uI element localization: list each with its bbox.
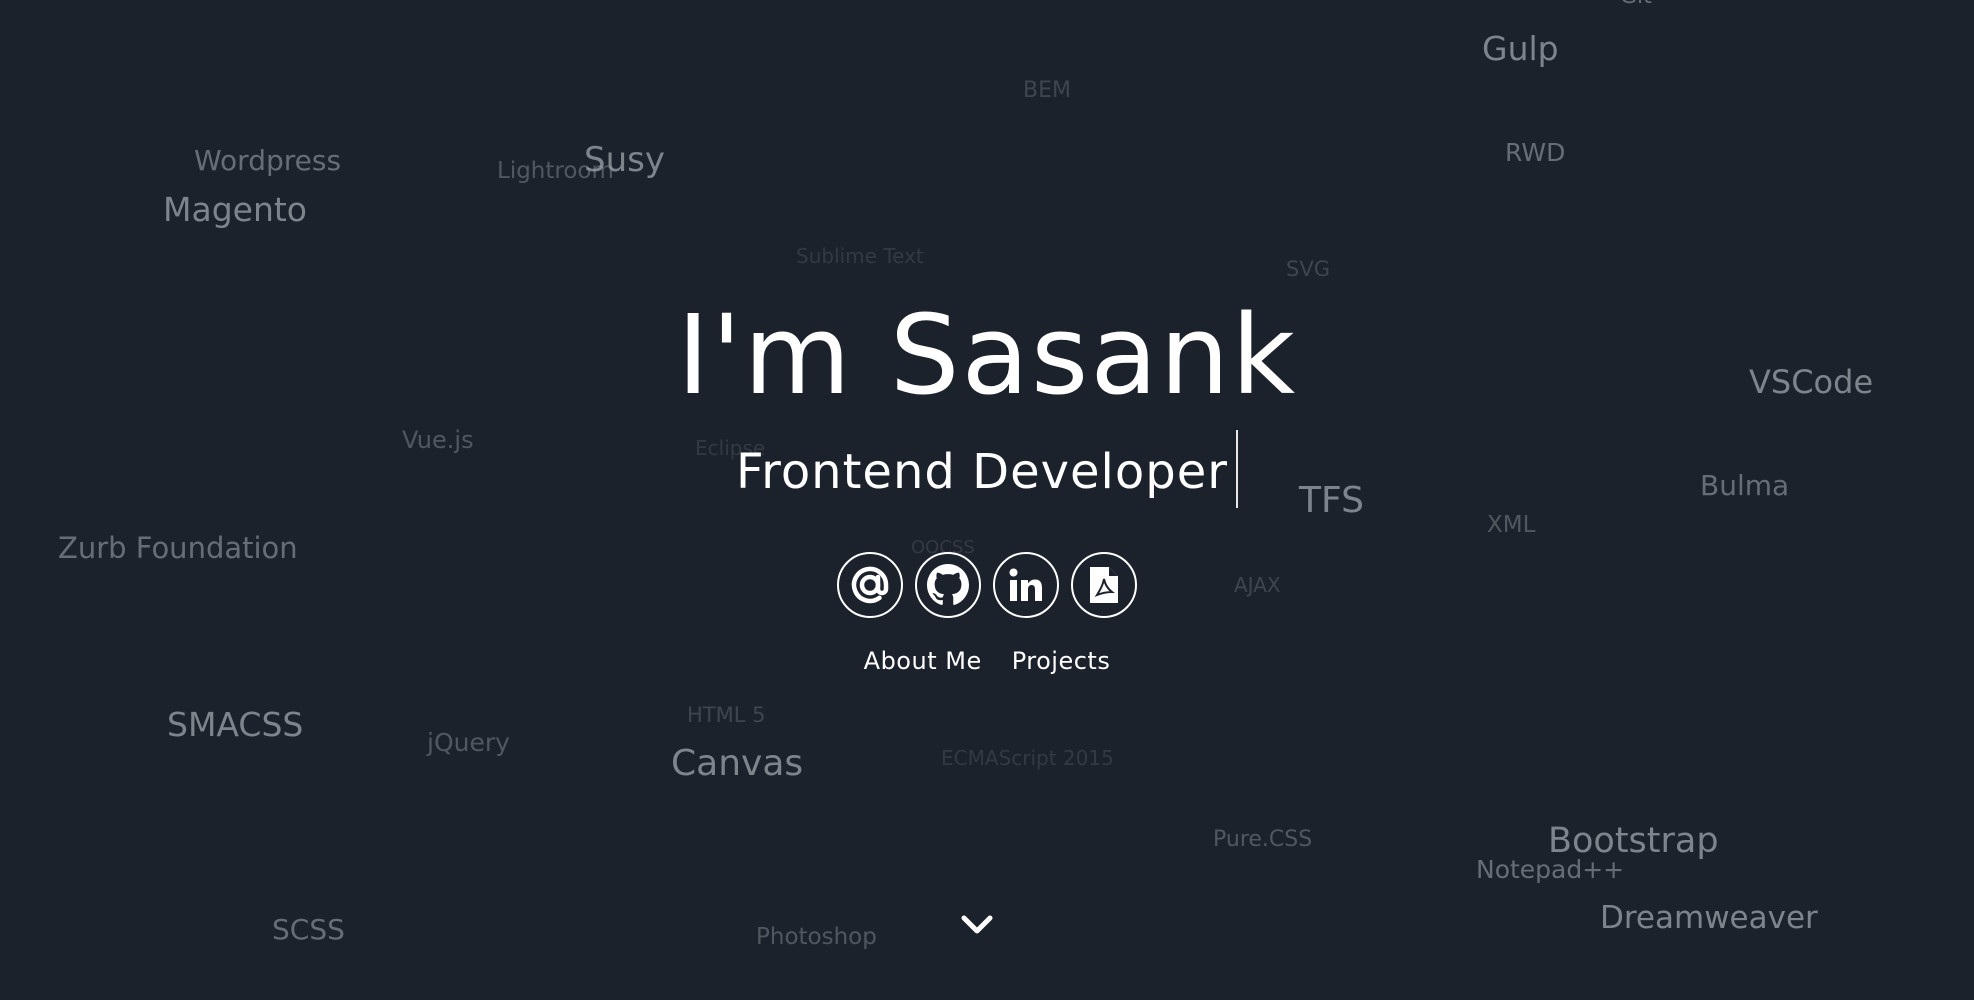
linkedin-button[interactable]	[993, 552, 1059, 618]
pdf-file-icon	[1087, 565, 1121, 605]
github-icon	[927, 564, 969, 606]
tag-cloud-item: Notepad++	[1476, 855, 1625, 884]
tag-cloud-item: Sublime Text	[796, 244, 924, 268]
tag-cloud-item: SCSS	[272, 913, 345, 946]
github-button[interactable]	[915, 552, 981, 618]
tag-cloud-item: XML	[1487, 512, 1536, 538]
tag-cloud-item: Canvas	[671, 743, 804, 784]
resume-pdf-button[interactable]	[1071, 552, 1137, 618]
tag-cloud-item: Susy	[584, 140, 665, 180]
scroll-down-button[interactable]	[958, 912, 996, 942]
tag-cloud-item: ECMAScript 2015	[941, 746, 1114, 770]
tag-cloud-item: SVG	[1286, 257, 1330, 281]
tag-cloud-item: HTML 5	[687, 703, 766, 727]
about-me-link[interactable]: About Me	[864, 647, 982, 675]
projects-link[interactable]: Projects	[1012, 647, 1111, 675]
subtitle-row: Frontend Developer	[0, 430, 1974, 508]
job-title-subtitle: Frontend Developer	[736, 444, 1228, 500]
tag-cloud-item: BEM	[1023, 78, 1071, 103]
tag-cloud-item: Magento	[163, 190, 307, 229]
social-links	[0, 552, 1974, 618]
chevron-down-icon	[960, 914, 994, 940]
tag-cloud-item: Dreamweaver	[1600, 900, 1818, 936]
at-sign-icon	[850, 565, 890, 605]
email-button[interactable]	[837, 552, 903, 618]
tag-cloud-item: Photoshop	[756, 924, 877, 950]
tag-cloud-item: Git	[1620, 0, 1652, 8]
tag-cloud-item: SMACSS	[167, 705, 304, 744]
page-title: I'm Sasank	[676, 291, 1298, 419]
tag-cloud-item: RWD	[1505, 138, 1566, 167]
typing-cursor	[1235, 430, 1238, 508]
tag-cloud-item: Bootstrap	[1548, 821, 1719, 861]
nav-links: About Me Projects	[0, 647, 1974, 675]
tag-cloud-item: Gulp	[1482, 29, 1559, 68]
tag-cloud-item: jQuery	[427, 728, 510, 757]
tag-cloud-item: Wordpress	[194, 144, 342, 177]
linkedin-icon	[1006, 565, 1046, 605]
tag-cloud-item: Pure.CSS	[1213, 827, 1313, 852]
